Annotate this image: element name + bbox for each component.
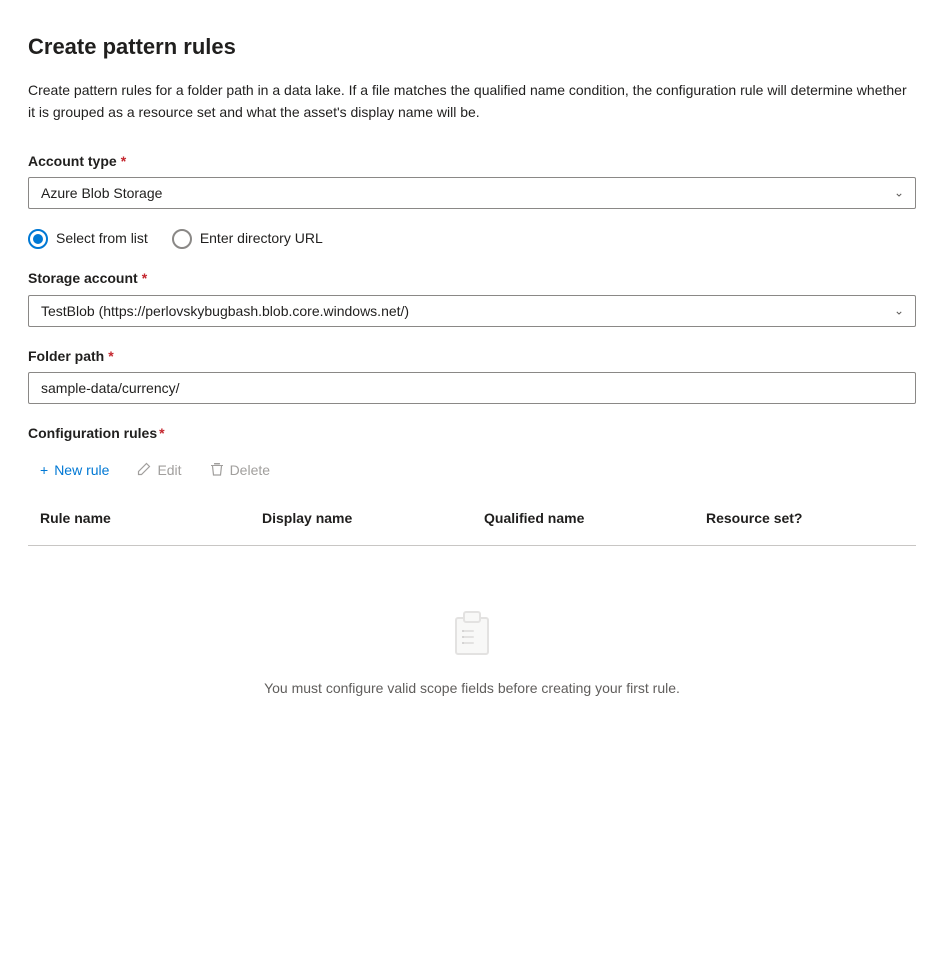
clipboard-icon	[446, 606, 498, 664]
empty-state: You must configure valid scope fields be…	[28, 546, 916, 759]
folder-path-label: Folder path*	[28, 347, 916, 367]
delete-icon	[210, 462, 224, 479]
storage-account-select[interactable]: TestBlob (https://perlovskybugbash.blob.…	[28, 295, 916, 327]
required-indicator-2: *	[142, 269, 147, 289]
enter-directory-url-option[interactable]: Enter directory URL	[172, 229, 323, 249]
rules-toolbar: + New rule Edit	[28, 456, 916, 485]
storage-account-section: Storage account* TestBlob (https://perlo…	[28, 269, 916, 327]
col-header-qualified-name: Qualified name	[472, 501, 694, 537]
page-description: Create pattern rules for a folder path i…	[28, 79, 908, 124]
required-indicator-3: *	[108, 347, 113, 367]
storage-account-label: Storage account*	[28, 269, 916, 289]
rules-table: Rule name Display name Qualified name Re…	[28, 501, 916, 759]
folder-path-input[interactable]	[28, 372, 916, 404]
delete-label: Delete	[230, 462, 270, 478]
required-indicator: *	[121, 152, 126, 172]
select-from-list-label: Select from list	[56, 229, 148, 249]
required-indicator-4: *	[159, 424, 164, 444]
edit-icon	[137, 462, 151, 479]
col-header-display-name: Display name	[250, 501, 472, 537]
account-type-section: Account type* Azure Blob Storage ⌄	[28, 152, 916, 210]
folder-path-section: Folder path*	[28, 347, 916, 405]
new-rule-button[interactable]: + New rule	[28, 456, 121, 484]
configuration-rules-title: Configuration rules*	[28, 424, 916, 444]
plus-icon: +	[40, 462, 48, 478]
edit-button[interactable]: Edit	[125, 456, 193, 485]
edit-label: Edit	[157, 462, 181, 478]
storage-account-select-wrapper: TestBlob (https://perlovskybugbash.blob.…	[28, 295, 916, 327]
page-title: Create pattern rules	[28, 32, 916, 63]
delete-button[interactable]: Delete	[198, 456, 282, 485]
account-type-label: Account type*	[28, 152, 916, 172]
account-type-select[interactable]: Azure Blob Storage	[28, 177, 916, 209]
select-from-list-option[interactable]: Select from list	[28, 229, 148, 249]
empty-state-message: You must configure valid scope fields be…	[264, 679, 680, 699]
new-rule-label: New rule	[54, 462, 109, 478]
account-type-select-wrapper: Azure Blob Storage ⌄	[28, 177, 916, 209]
enter-directory-url-label: Enter directory URL	[200, 229, 323, 249]
col-header-resource-set: Resource set?	[694, 501, 916, 537]
enter-directory-url-radio[interactable]	[172, 229, 192, 249]
configuration-rules-section: Configuration rules* + New rule Edit	[28, 424, 916, 758]
table-header: Rule name Display name Qualified name Re…	[28, 501, 916, 546]
source-selection-group: Select from list Enter directory URL	[28, 229, 916, 249]
col-header-rule-name: Rule name	[28, 501, 250, 537]
select-from-list-radio[interactable]	[28, 229, 48, 249]
